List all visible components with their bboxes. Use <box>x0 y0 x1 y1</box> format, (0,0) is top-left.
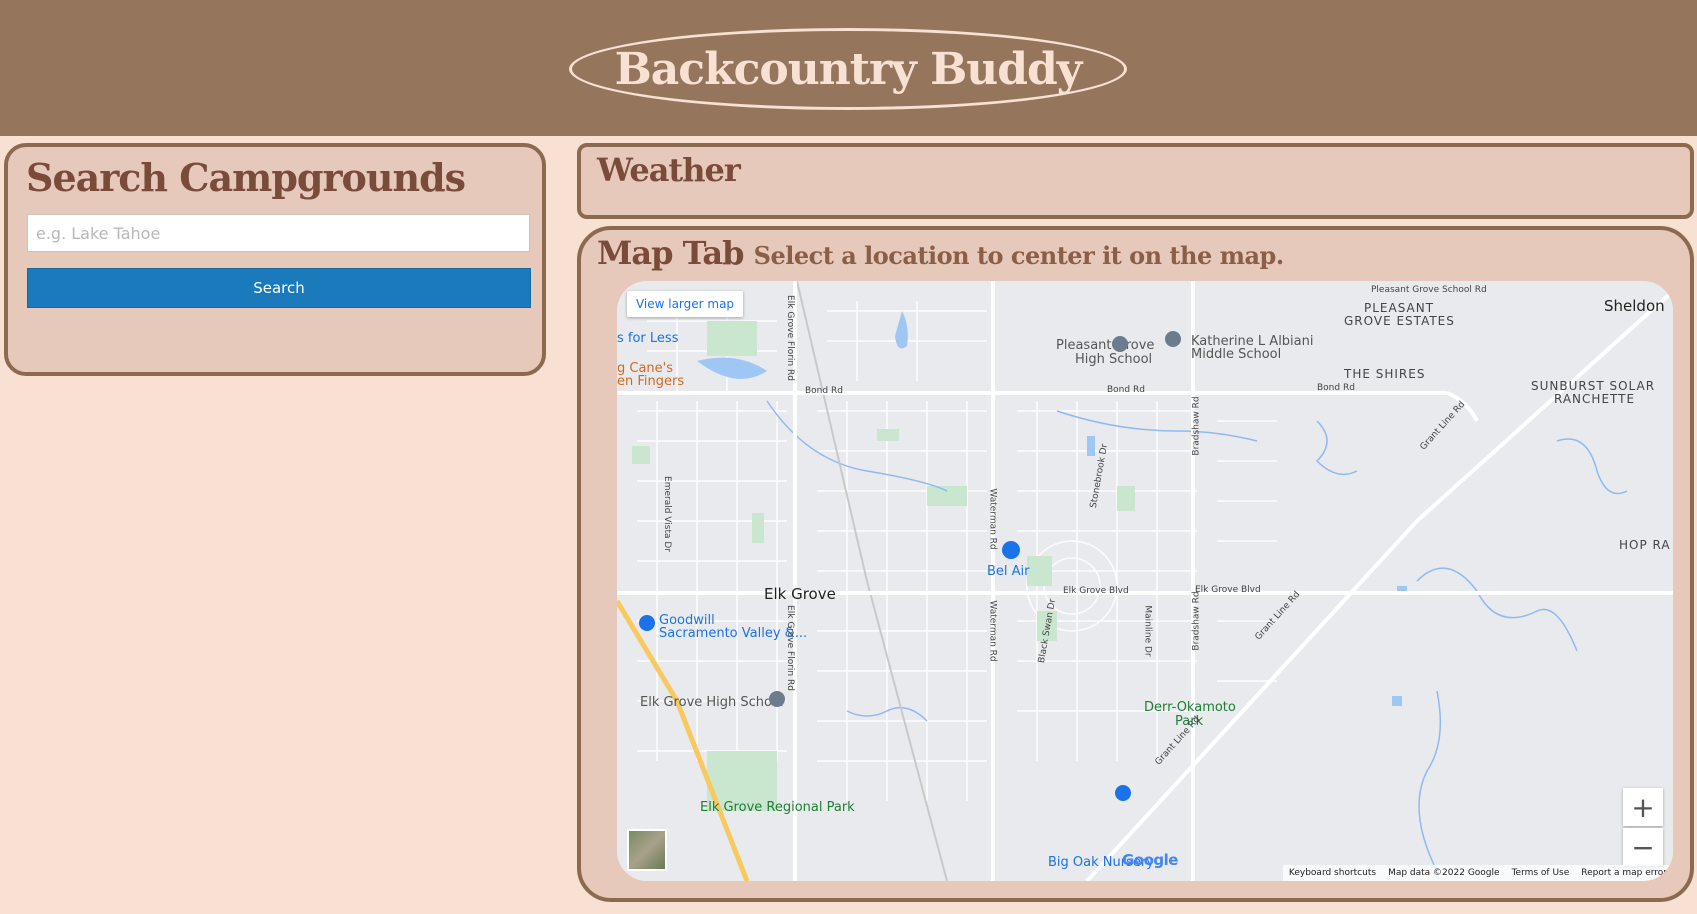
area-pleasant: PLEASANT <box>1364 301 1435 315</box>
road-label: Waterman Rd <box>987 488 998 550</box>
satellite-toggle-thumbnail[interactable] <box>627 829 667 871</box>
area-sunburst-solar: SUNBURST SOLAR <box>1531 379 1656 393</box>
park-derr-okamoto[interactable]: Derr-Okamoto <box>1144 700 1236 715</box>
report-map-error-link[interactable]: Report a map error <box>1581 868 1667 878</box>
poi-for-less[interactable]: s for Less <box>617 331 678 346</box>
road-label: Bradshaw Rd <box>1191 396 1202 456</box>
road-label: Elk Grove Florin Rd <box>784 605 795 691</box>
area-the-shires: THE SHIRES <box>1344 367 1426 381</box>
place-elk-grove[interactable]: Elk Grove <box>764 585 836 603</box>
road-label: Mainline Dr <box>1142 605 1153 657</box>
search-panel: Search Campgrounds Search <box>4 143 546 376</box>
shopping-pin-icon[interactable] <box>1115 785 1131 801</box>
area-hop-ra: HOP RA <box>1619 538 1671 552</box>
map-attribution: Keyboard shortcuts Map data ©2022 Google… <box>1282 865 1673 881</box>
road-label: Elk Grove Florin Rd <box>784 295 795 381</box>
poi-bel-air[interactable]: Bel Air <box>987 564 1030 579</box>
zoom-out-button[interactable]: − <box>1623 828 1663 866</box>
embedded-map[interactable]: Elk Grove Sheldon PLEASANT GROVE ESTATES… <box>617 281 1673 881</box>
weather-title: Weather <box>597 151 741 189</box>
road-label: Bradshaw Rd <box>1191 591 1202 651</box>
keyboard-shortcuts-link[interactable]: Keyboard shortcuts <box>1289 868 1376 878</box>
search-button[interactable]: Search <box>27 268 531 308</box>
poi-middle-school[interactable]: Middle School <box>1191 347 1281 362</box>
road-label: Elk Grove Blvd <box>1195 585 1261 595</box>
map-tab-heading: Map Tab Select a location to center it o… <box>597 234 1284 272</box>
area-ranchette: RANCHETTE <box>1554 392 1636 406</box>
road-label: Bond Rd <box>805 386 843 396</box>
park-elk-grove-regional[interactable]: Elk Grove Regional Park <box>700 800 855 815</box>
road-label: Emerald Vista Dr <box>661 476 672 552</box>
road-label: Pleasant Grove School Rd <box>1371 285 1487 295</box>
road-label: Bond Rd <box>1317 383 1355 393</box>
shopping-pin-icon[interactable] <box>1002 541 1020 559</box>
map-canvas[interactable] <box>617 281 1673 881</box>
shopping-pin-icon[interactable] <box>639 615 655 631</box>
google-logo: Google <box>1122 851 1178 869</box>
app-header: Backcountry Buddy <box>0 0 1697 136</box>
school-pin-icon[interactable] <box>1165 331 1181 347</box>
search-input[interactable] <box>27 214 530 252</box>
poi-pleasant-grove[interactable]: Pleasant Grove <box>1056 338 1154 353</box>
poi-elk-grove-high-school[interactable]: Elk Grove High School <box>640 695 784 710</box>
terms-of-use-link[interactable]: Terms of Use <box>1512 868 1570 878</box>
road-label: Waterman Rd <box>987 600 998 662</box>
map-tab-subtitle: Select a location to center it on the ma… <box>753 241 1285 270</box>
area-grove-estates: GROVE ESTATES <box>1344 314 1455 328</box>
weather-panel: Weather <box>577 143 1694 219</box>
search-title: Search Campgrounds <box>26 155 466 200</box>
poi-high-school[interactable]: High School <box>1075 352 1152 367</box>
zoom-in-button[interactable]: + <box>1623 788 1663 826</box>
map-tab-title: Map Tab <box>597 234 745 272</box>
school-pin-icon[interactable] <box>1112 336 1128 352</box>
view-larger-map-link[interactable]: View larger map <box>627 291 743 317</box>
school-pin-icon[interactable] <box>769 691 785 707</box>
road-label: Bond Rd <box>1107 385 1145 395</box>
place-sheldon[interactable]: Sheldon <box>1604 297 1665 315</box>
map-data-credit: Map data ©2022 Google <box>1388 868 1500 878</box>
app-title-badge: Backcountry Buddy <box>569 28 1127 110</box>
road-label: Elk Grove Blvd <box>1063 586 1129 596</box>
poi-fingers[interactable]: en Fingers <box>617 374 684 389</box>
app-title: Backcountry Buddy <box>614 43 1083 95</box>
google-logo-text: Google <box>1122 851 1178 869</box>
